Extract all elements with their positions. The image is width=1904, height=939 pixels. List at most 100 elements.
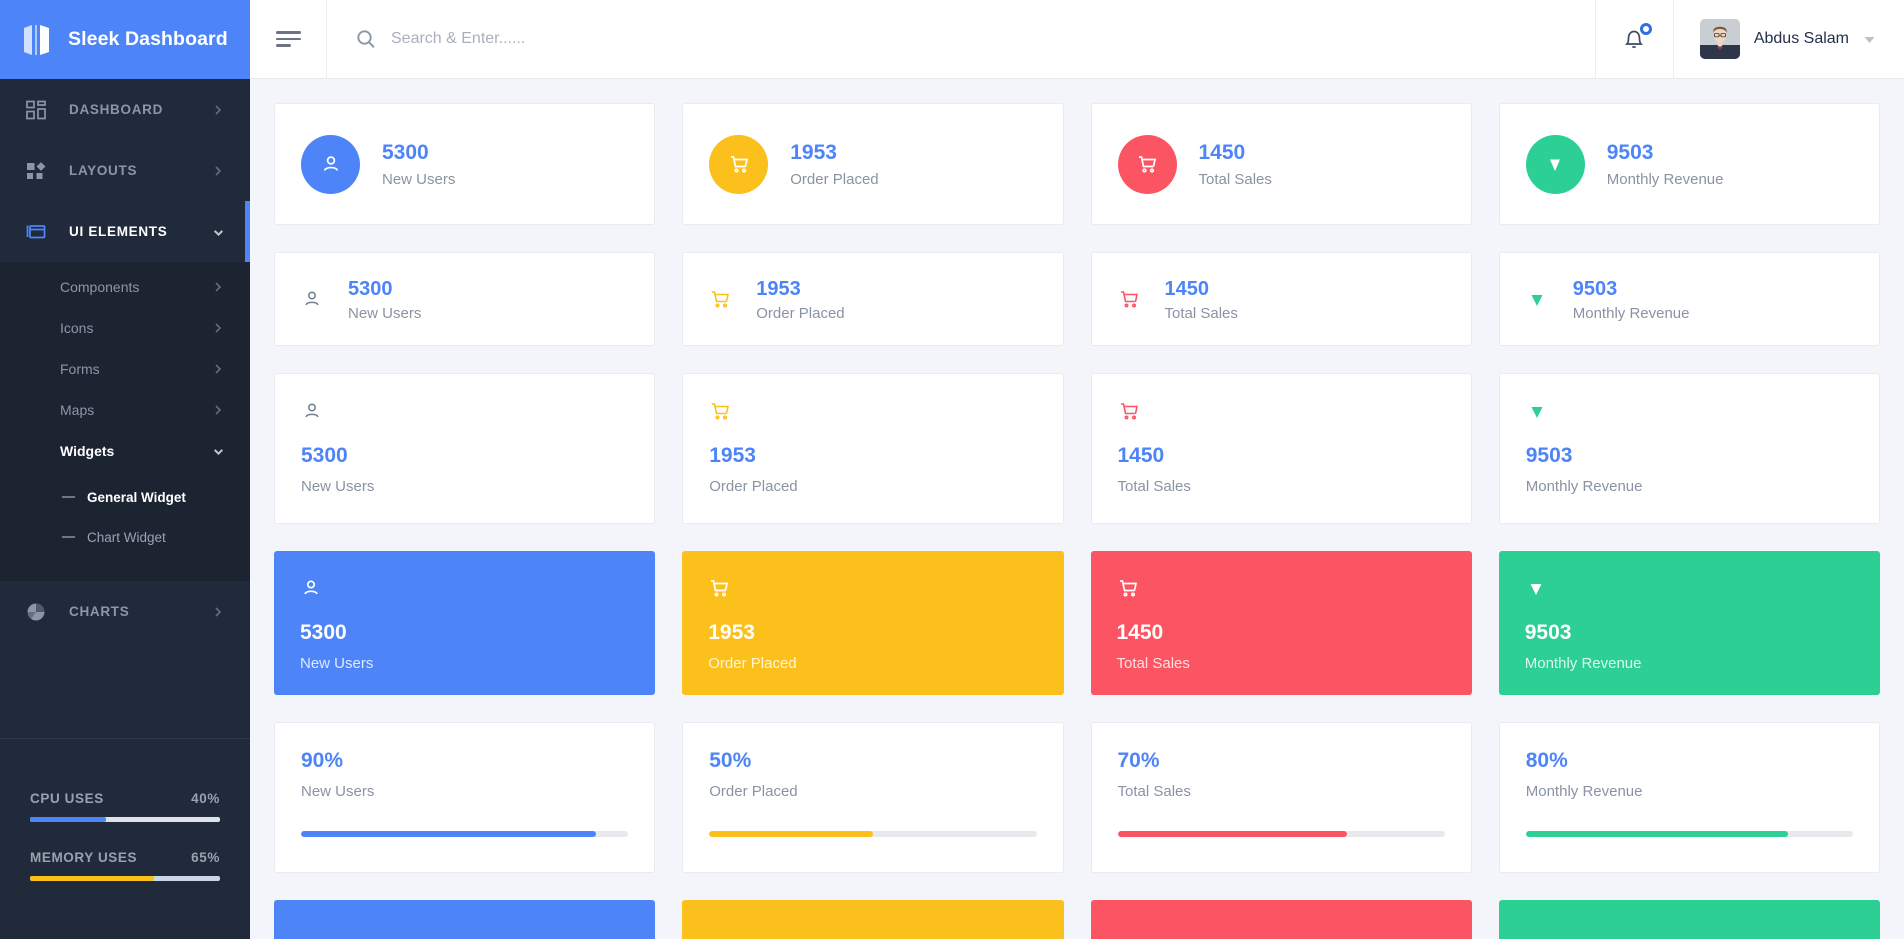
stat-card[interactable]: 1450 Total Sales [1090,252,1472,346]
stat-card[interactable]: 9503 Monthly Revenue [1498,103,1880,225]
stats-row-cutoff [274,900,1880,939]
stat-card[interactable]: 5300 New Users [274,373,656,524]
progress-card[interactable]: 70% Total Sales [1090,722,1472,873]
cpu-usage-label: CPU USES [30,791,104,806]
stat-value: 1450 [1116,621,1164,644]
stat-label: New Users [301,478,375,495]
app-root: Sleek Dashboard DASHBOARD LAYOUTS UI ELE… [0,0,1904,939]
chevron-right-icon [212,363,224,375]
diamond-icon [1526,286,1550,312]
progress-track [1117,831,1445,837]
cpu-usage-value: 40% [191,791,220,806]
sidebar-item-ui-elements[interactable]: UI ELEMENTS [0,201,250,262]
progress-card[interactable]: 50% Order Placed [682,722,1064,873]
sidebar-subitem-maps[interactable]: Maps [0,389,250,430]
stat-card[interactable]: 9503 Monthly Revenue [1498,252,1880,346]
layouts-icon [25,160,47,182]
sidebar-subitem-label: Widgets [60,442,115,459]
stat-value: 1953 [790,141,837,165]
profile-name: Abdus Salam [1753,30,1849,47]
memory-usage-row: MEMORY USES 65% [30,850,220,881]
search-input[interactable] [391,30,1571,48]
stat-card[interactable] [682,900,1064,939]
progress-label: Monthly Revenue [1525,783,1643,800]
sidebar-item-label: DASHBOARD [69,102,164,117]
sidebar-item-charts[interactable]: CHARTS [0,581,250,642]
progress-card[interactable]: 80% Monthly Revenue [1498,722,1880,873]
stat-card[interactable]: 5300 New Users [274,252,656,346]
cart-icon [1118,400,1445,428]
stat-value: 1450 [1117,444,1165,467]
notifications-button[interactable] [1596,0,1674,78]
sidebar-subitem-widgets[interactable]: Widgets [0,430,250,471]
stat-value: 5300 [382,141,429,165]
cpu-usage-row: CPU USES 40% [30,791,220,822]
stat-card[interactable]: 5300 New Users [274,103,656,225]
sidebar-item-layouts[interactable]: LAYOUTS [0,140,250,201]
progress-card[interactable]: 90% New Users [274,722,656,873]
sidebar-usage-block: CPU USES 40% MEMORY USES 65% [0,763,250,939]
sidebar-subitem-forms[interactable]: Forms [0,348,250,389]
brand-header[interactable]: Sleek Dashboard [0,0,250,79]
stat-value: 9503 [1572,277,1618,300]
cart-icon [1117,577,1446,605]
stat-card[interactable]: 5300 New Users [274,551,656,695]
user-icon [301,286,325,312]
stat-card[interactable] [1498,900,1880,939]
folder-icon [25,221,47,243]
stat-value: 1953 [756,277,801,300]
sidebar-nav: DASHBOARD LAYOUTS UI ELEMENTS Components… [0,79,250,763]
stat-card[interactable]: 1450 Total Sales [1090,551,1472,695]
notification-badge [1640,23,1653,35]
progress-label: Total Sales [1117,783,1191,800]
chevron-right-icon [212,165,224,177]
user-icon [301,134,360,194]
menu-toggle-button[interactable] [250,0,327,78]
progress-value: 50% [709,749,752,772]
stat-card[interactable] [274,900,656,939]
search-bar[interactable] [327,0,1596,78]
chevron-right-icon [212,281,224,293]
dash-icon [62,536,75,538]
stat-card[interactable]: 1450 Total Sales [1090,103,1472,225]
sidebar-subitem-icons[interactable]: Icons [0,307,250,348]
stat-card[interactable]: 1953 Order Placed [682,103,1064,225]
stat-card[interactable]: 1953 Order Placed [682,551,1064,695]
profile-menu[interactable]: Abdus Salam [1674,0,1904,78]
diamond-icon [1526,400,1853,428]
progress-value: 70% [1117,749,1160,772]
stat-card[interactable]: 9503 Monthly Revenue [1498,551,1880,695]
stat-value: 1953 [709,444,756,467]
stat-value: 5300 [301,444,348,467]
sidebar-leaf-general-widget[interactable]: General Widget [0,477,250,517]
stat-label: Monthly Revenue [1524,655,1642,672]
stats-row-progress: 90% New Users 50% Order Placed 70% Total… [274,722,1880,873]
progress-label: New Users [301,783,375,800]
sidebar-widget-leaf-list: General Widget Chart Widget [0,471,250,567]
sidebar-item-dashboard[interactable]: DASHBOARD [0,79,250,140]
stat-card[interactable]: 1953 Order Placed [682,252,1064,346]
sidebar-leaf-chart-widget[interactable]: Chart Widget [0,517,250,557]
stat-value: 5300 [348,277,393,300]
user-avatar-photo [1699,19,1740,59]
stat-value: 5300 [300,621,347,644]
progress-value: 90% [301,749,344,772]
stat-card[interactable] [1090,900,1472,939]
memory-usage-label: MEMORY USES [30,850,138,865]
stat-card[interactable]: 9503 Monthly Revenue [1498,373,1880,524]
sidebar-subitem-components[interactable]: Components [0,266,250,307]
stat-value: 1450 [1198,141,1246,165]
stat-value: 1953 [708,621,755,644]
stat-card[interactable]: 1953 Order Placed [682,373,1064,524]
stat-card[interactable]: 1450 Total Sales [1090,373,1472,524]
progress-track [301,831,629,837]
stat-value: 9503 [1606,141,1654,165]
cart-icon [708,577,1037,605]
stat-label: Order Placed [790,170,879,188]
chevron-right-icon [212,104,224,116]
sidebar-submenu-ui-elements: Components Icons Forms Maps Widgets Gene… [0,262,250,581]
stat-value: 9503 [1524,621,1572,644]
stats-row-stacked: 5300 New Users 1953 Order Placed 1450 To… [274,373,1880,524]
progress-fill [1117,831,1347,837]
chevron-right-icon [212,606,224,618]
